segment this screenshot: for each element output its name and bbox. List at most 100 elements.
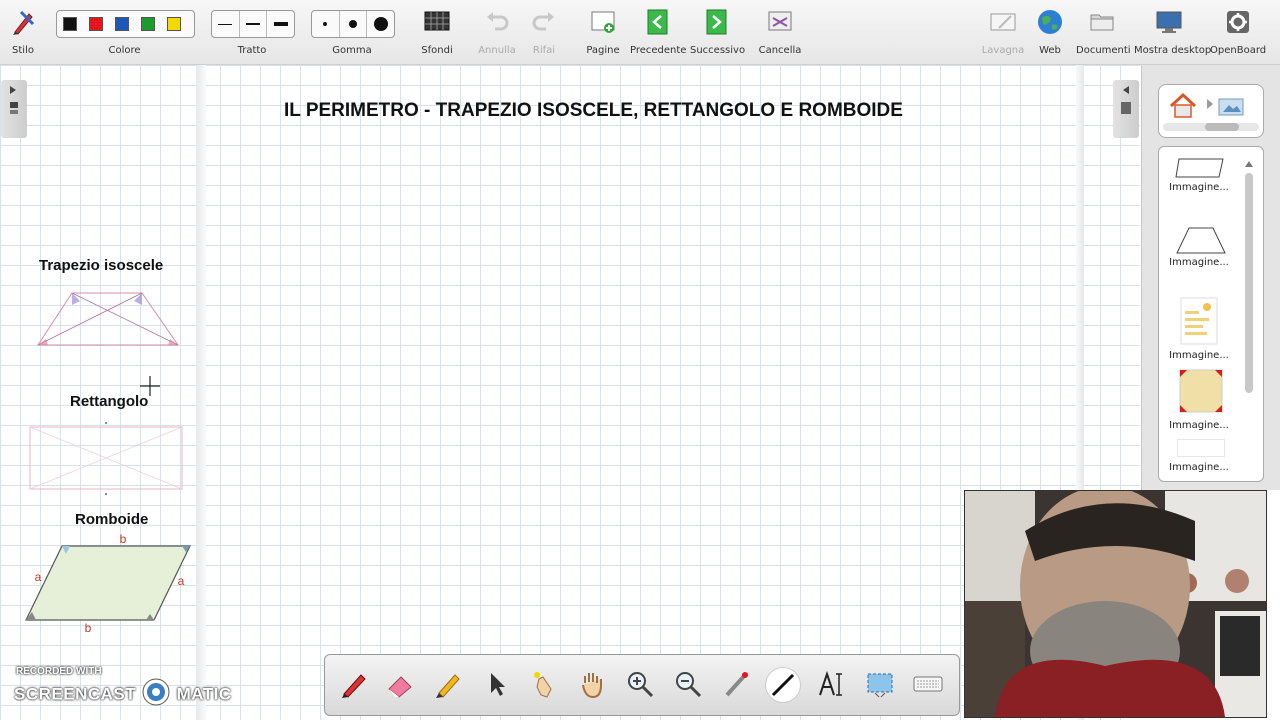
web-button[interactable]: Web <box>1032 0 1068 64</box>
page-title: IL PERIMETRO - TRAPEZIO ISOSCELE, RETTAN… <box>284 100 903 121</box>
pagine-label: Pagine <box>586 45 620 56</box>
romboide-side-top: b <box>120 532 127 546</box>
sfondi-button[interactable]: Sfondi <box>417 0 457 64</box>
pen-style-icon <box>13 10 35 35</box>
left-panel-toggle[interactable] <box>1 80 27 138</box>
library-nav-scrollbar[interactable] <box>1163 123 1259 131</box>
romboide-side-bottom: b <box>85 621 92 635</box>
rectangle-thumbnail-icon <box>1175 158 1224 178</box>
laser-pointer-icon <box>725 672 748 697</box>
pointing-hand-icon <box>534 672 552 698</box>
eraser-medium-button[interactable] <box>340 11 368 37</box>
hand-icon <box>582 673 602 699</box>
trapezio-figure[interactable] <box>32 283 184 349</box>
lavagna-button[interactable]: Lavagna <box>980 0 1026 64</box>
stilo-label: Stilo <box>12 45 34 56</box>
color-red-swatch[interactable] <box>89 17 103 31</box>
rettangolo-figure[interactable] <box>26 422 186 496</box>
thumbnail-item[interactable] <box>1179 297 1219 349</box>
background-grid-icon <box>424 11 450 31</box>
text-tool-button[interactable] <box>815 667 849 701</box>
stroke-medium-button[interactable] <box>240 11 268 37</box>
sfondi-label: Sfondi <box>421 45 453 56</box>
color-black-swatch[interactable] <box>63 17 77 31</box>
documenti-button[interactable]: Documenti <box>1076 0 1131 64</box>
home-icon[interactable] <box>1169 93 1197 119</box>
colore-label: Colore <box>108 45 141 56</box>
right-panel-toggle[interactable] <box>1113 80 1139 138</box>
pagine-button[interactable]: Pagine <box>583 0 623 64</box>
capture-tool-button[interactable] <box>863 667 897 701</box>
romboide-side-right: a <box>178 574 185 588</box>
expand-right-icon <box>10 86 18 114</box>
clear-page-icon <box>768 11 792 31</box>
rettangolo-label: Rettangolo <box>70 393 149 410</box>
library-scrollbar[interactable] <box>1244 155 1254 475</box>
annulla-label: Annulla <box>478 45 516 56</box>
mostra-desktop-label: Mostra desktop <box>1134 45 1212 56</box>
thumbnail-label: Immagine... <box>1169 462 1229 473</box>
virtual-keyboard-button[interactable] <box>911 667 945 701</box>
thumbnail-item[interactable] <box>1175 155 1227 185</box>
matic-text: MATIC <box>176 684 232 704</box>
globe-icon <box>1038 10 1062 34</box>
cancella-button[interactable]: Cancella <box>758 0 802 64</box>
keyboard-icon <box>913 676 943 692</box>
thumbnail-label: Immagine... <box>1169 182 1229 193</box>
documenti-label: Documenti <box>1076 45 1131 56</box>
hand-tool-button[interactable] <box>575 667 609 701</box>
pen-icon <box>342 674 366 698</box>
precedente-button[interactable]: Precedente <box>630 0 686 64</box>
zoom-in-button[interactable] <box>623 667 657 701</box>
stroke-thin-button[interactable] <box>212 11 240 37</box>
cancella-label: Cancella <box>758 45 802 56</box>
mostra-desktop-button[interactable]: Mostra desktop <box>1134 0 1212 64</box>
pen-tool-button[interactable] <box>337 667 371 701</box>
eraser-icon <box>388 676 412 698</box>
capture-icon <box>867 673 893 698</box>
eraser-large-button[interactable] <box>367 11 394 37</box>
screencast-logo: SCREENCAST MATIC <box>14 678 232 707</box>
screencast-text: SCREENCAST <box>14 684 137 704</box>
gomma-label: Gomma <box>332 45 372 56</box>
thumbnail-label: Immagine... <box>1169 257 1229 268</box>
undo-icon <box>487 12 509 31</box>
recorded-with-text: RECORDED WITH <box>16 666 102 677</box>
romboide-figure[interactable]: b b a a <box>22 532 196 636</box>
romboide-label: Romboide <box>75 511 149 528</box>
thumbnail-item[interactable] <box>1179 369 1223 417</box>
openboard-label: OpenBoard <box>1210 45 1267 56</box>
color-blue-swatch[interactable] <box>115 17 129 31</box>
thumbnail-item[interactable] <box>1177 439 1225 457</box>
highlighter-icon <box>436 674 460 698</box>
color-green-swatch[interactable] <box>141 17 155 31</box>
webcam-video-feed <box>965 491 1266 717</box>
pictures-folder-icon[interactable] <box>1217 95 1245 117</box>
highlighter-tool-button[interactable] <box>431 667 465 701</box>
folder-icon <box>1090 14 1114 31</box>
trapezio-label: Trapezio isoscele <box>39 257 164 274</box>
color-yellow-swatch[interactable] <box>167 17 181 31</box>
annulla-button[interactable]: Annulla <box>477 0 517 64</box>
webcam-overlay <box>964 490 1267 718</box>
previous-page-icon <box>647 9 668 35</box>
library-navigation <box>1158 84 1264 138</box>
tool-dock <box>324 654 960 716</box>
rifai-button[interactable]: Rifai <box>524 0 564 64</box>
successivo-button[interactable]: Successivo <box>690 0 745 64</box>
zoom-out-button[interactable] <box>671 667 705 701</box>
interact-tool-button[interactable] <box>527 667 561 701</box>
stroke-thick-button[interactable] <box>267 11 294 37</box>
selector-tool-button[interactable] <box>479 667 513 701</box>
laser-pointer-button[interactable] <box>719 667 753 701</box>
eraser-tool-button[interactable] <box>383 667 417 701</box>
line-tool-button[interactable] <box>765 667 801 703</box>
lavagna-label: Lavagna <box>981 45 1025 56</box>
add-page-icon <box>591 11 615 33</box>
arrow-cursor-icon <box>491 673 505 696</box>
eraser-small-button[interactable] <box>312 11 340 37</box>
openboard-button[interactable]: OpenBoard <box>1210 0 1266 64</box>
stilo-button[interactable]: Stilo <box>4 0 42 64</box>
thumbnail-item[interactable] <box>1175 225 1227 259</box>
scroll-up-icon <box>1245 161 1253 167</box>
